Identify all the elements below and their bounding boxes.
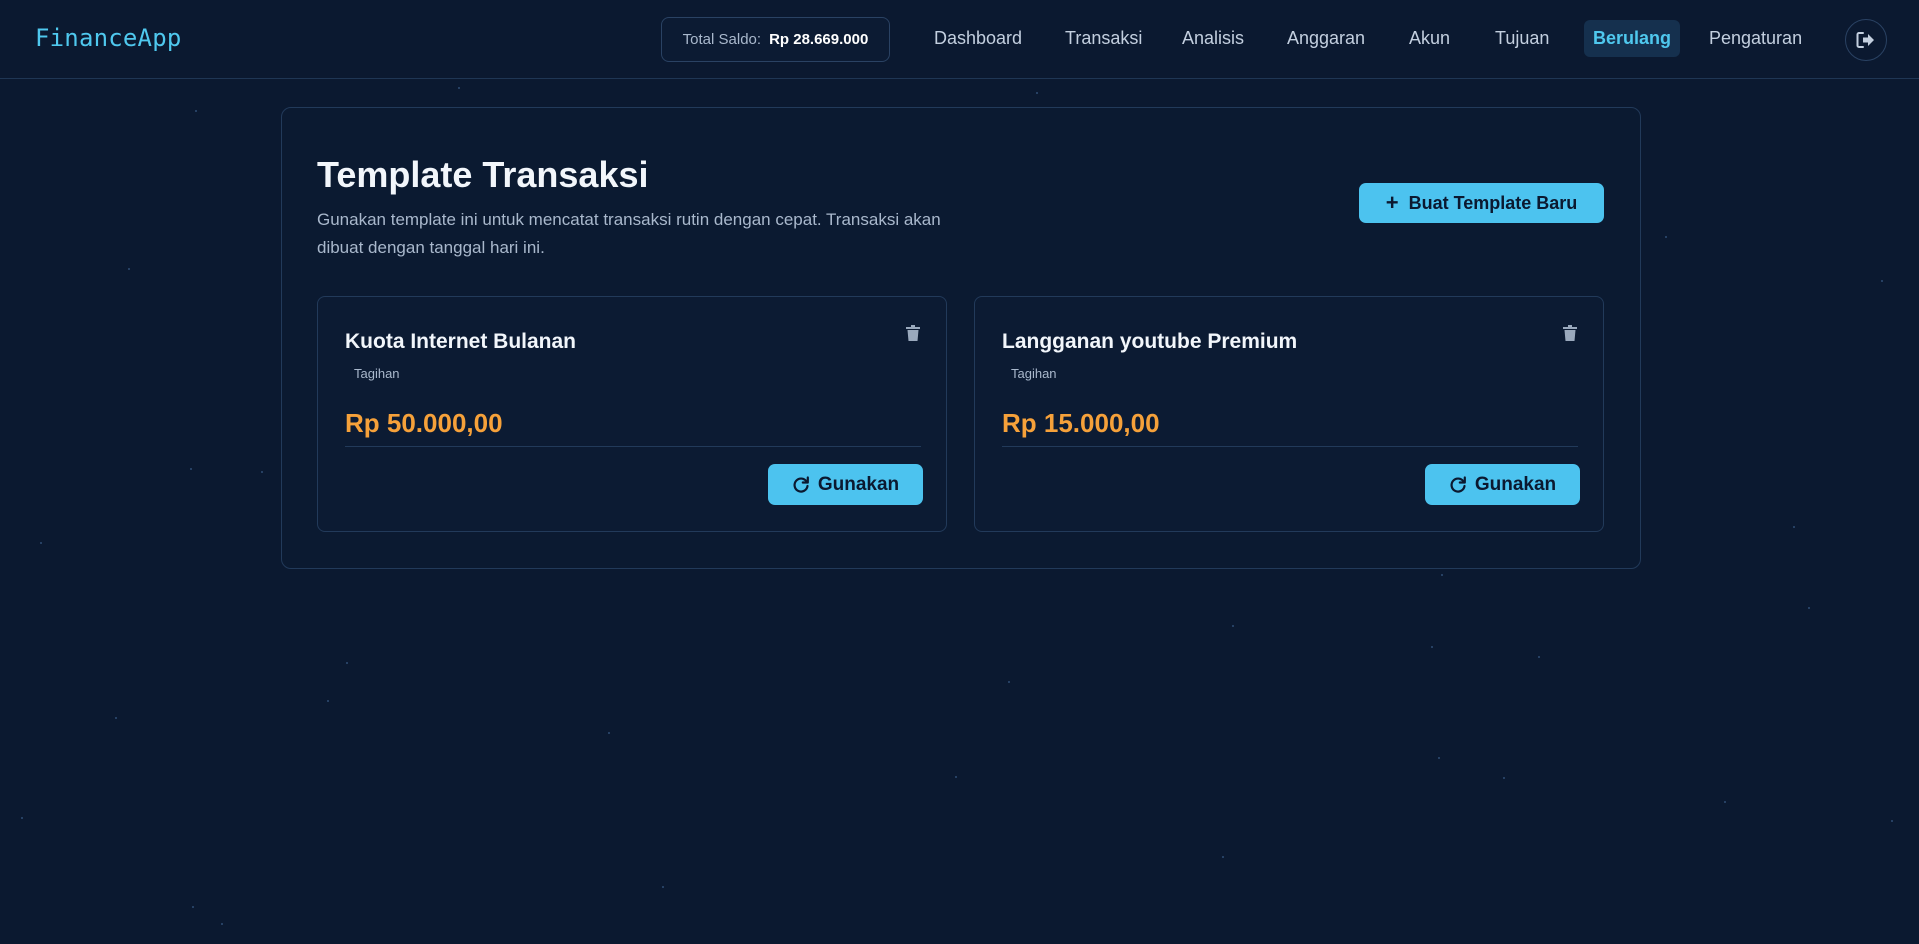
logout-button[interactable] [1845, 19, 1887, 61]
nav-item-akun[interactable]: Akun [1400, 20, 1459, 57]
create-template-label: Buat Template Baru [1408, 192, 1578, 213]
template-category: Tagihan [1011, 366, 1057, 381]
total-balance-value: Rp 28.669.000 [769, 31, 869, 48]
template-amount: Rp 50.000,00 [345, 408, 503, 438]
use-template-label: Gunakan [817, 473, 900, 495]
template-card: Langganan youtube Premium Tagihan Rp 15.… [974, 296, 1604, 532]
use-template-button[interactable]: Gunakan [768, 464, 923, 505]
template-category: Tagihan [354, 366, 400, 381]
top-navbar: FinanceApp Total Saldo: Rp 28.669.000 Da… [0, 0, 1919, 79]
page-description: Gunakan template ini untuk mencatat tran… [317, 210, 941, 257]
app-logo[interactable]: FinanceApp [35, 24, 182, 52]
total-balance-badge: Total Saldo: Rp 28.669.000 [661, 17, 890, 62]
sign-out-icon [1856, 32, 1874, 48]
trash-icon[interactable] [906, 325, 920, 341]
nav-item-berulang[interactable]: Berulang [1584, 20, 1681, 57]
template-card: Kuota Internet Bulanan Tagihan Rp 50.000… [317, 296, 947, 532]
nav-item-pengaturan[interactable]: Pengaturan [1700, 20, 1811, 57]
nav-item-tujuan[interactable]: Tujuan [1486, 20, 1558, 57]
template-panel: Template Transaksi Gunakan template ini … [281, 107, 1641, 569]
use-template-label: Gunakan [1474, 473, 1557, 495]
trash-icon[interactable] [1563, 325, 1577, 341]
nav-item-dashboard[interactable]: Dashboard [925, 20, 1031, 57]
total-balance-label: Total Saldo: [682, 31, 762, 48]
nav-item-transaksi[interactable]: Transaksi [1056, 20, 1151, 57]
nav-item-anggaran[interactable]: Anggaran [1278, 20, 1374, 57]
template-name: Langganan youtube Premium [1002, 330, 1298, 353]
card-divider [345, 446, 921, 447]
nav-item-analisis[interactable]: Analisis [1173, 20, 1253, 57]
use-template-button[interactable]: Gunakan [1425, 464, 1580, 505]
refresh-icon [793, 475, 809, 493]
refresh-icon [1450, 475, 1466, 493]
template-amount: Rp 15.000,00 [1002, 408, 1160, 438]
template-name: Kuota Internet Bulanan [345, 330, 577, 353]
page-title: Template Transaksi [317, 154, 649, 195]
create-template-button[interactable]: + Buat Template Baru [1359, 183, 1604, 223]
plus-icon: + [1385, 190, 1399, 215]
card-divider [1002, 446, 1578, 447]
